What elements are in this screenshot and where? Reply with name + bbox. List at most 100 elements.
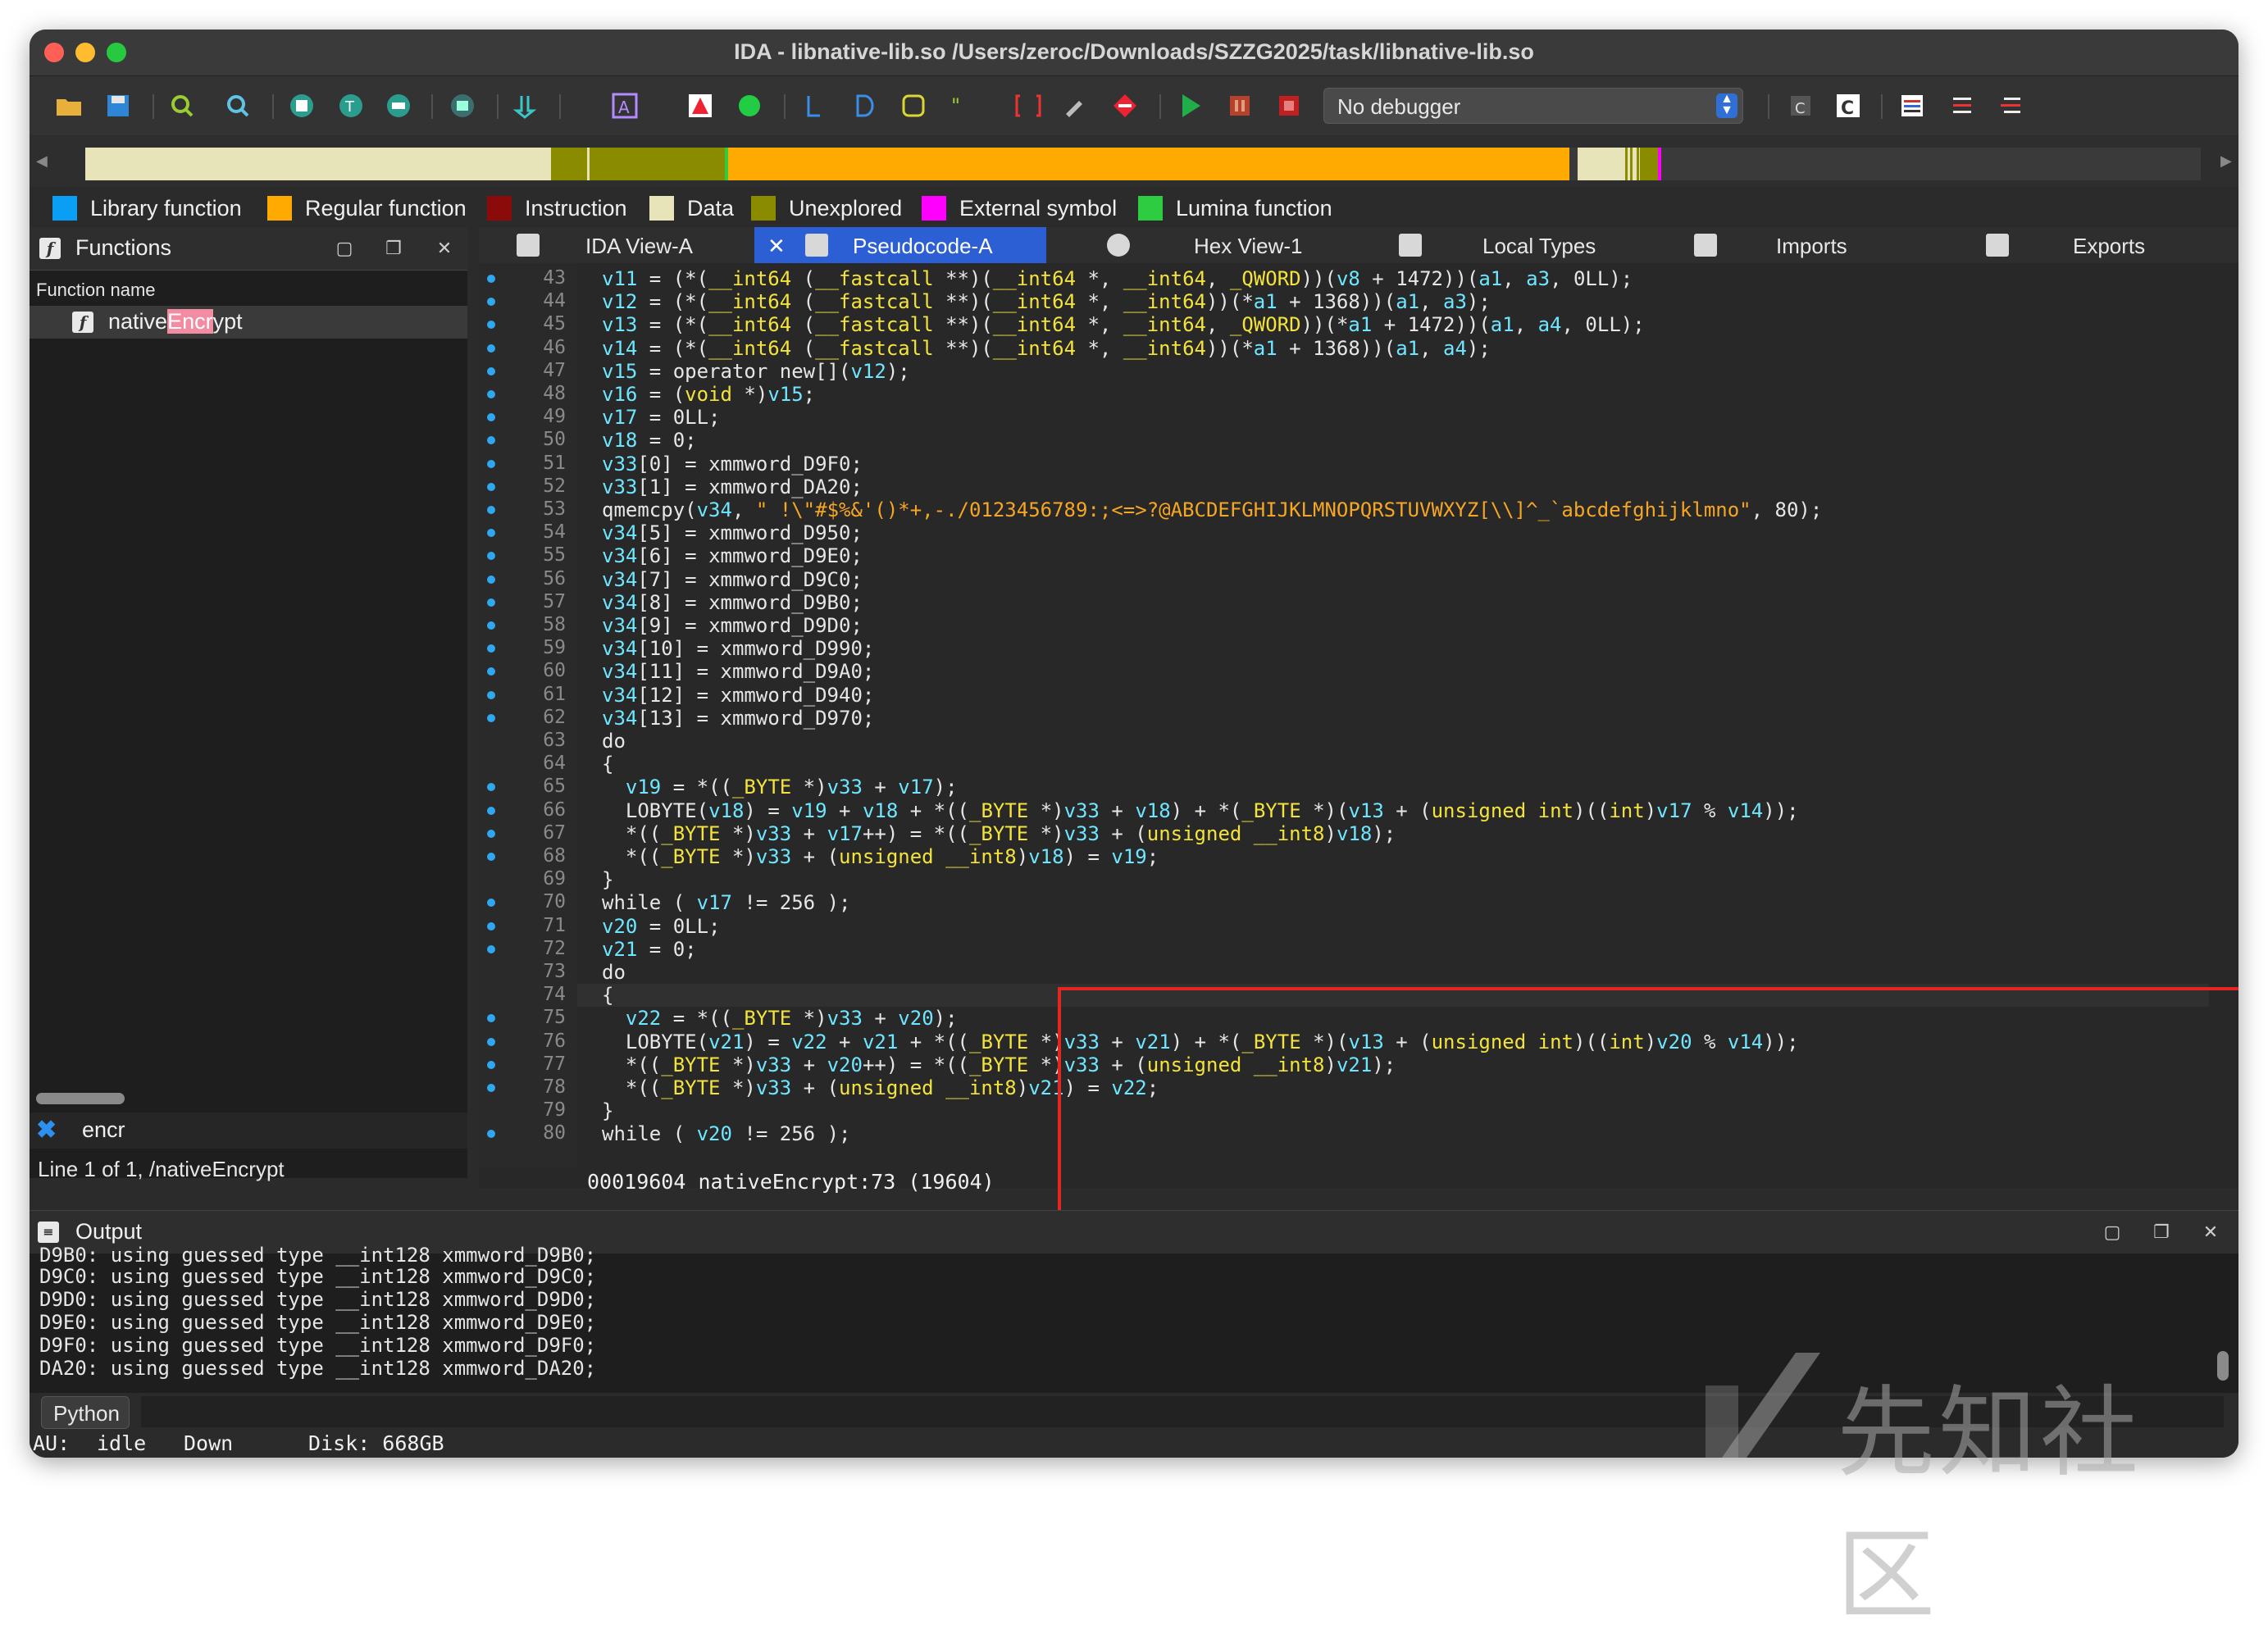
function-filter[interactable]: ✖ encr: [30, 1112, 467, 1149]
code-line[interactable]: do: [602, 961, 626, 984]
save-icon[interactable]: [103, 91, 133, 121]
close-tab-icon[interactable]: ✕: [767, 234, 786, 259]
code-line[interactable]: v11 = (*(__int64 (__fastcall **)(__int64…: [602, 267, 1633, 290]
breakpoint-dot-icon[interactable]: [487, 366, 495, 375]
code-line[interactable]: while ( v17 != 256 );: [602, 891, 850, 914]
text-view-icon[interactable]: T: [336, 91, 366, 121]
panel-close-icon[interactable]: ✕: [2201, 1222, 2220, 1242]
breakpoint-dot-icon[interactable]: [487, 690, 495, 699]
function-name-column-header[interactable]: Function name: [36, 280, 156, 301]
code-line[interactable]: v33[0] = xmmword_D9F0;: [602, 453, 863, 475]
breakpoint-dot-icon[interactable]: [487, 506, 495, 514]
patch-icon[interactable]: [1061, 91, 1091, 121]
code-line[interactable]: do: [602, 730, 626, 753]
breakpoint-dot-icon[interactable]: [487, 459, 495, 468]
string-icon[interactable]: ": [948, 91, 977, 121]
pause-debug-icon[interactable]: [1225, 91, 1255, 121]
code-line[interactable]: v33[1] = xmmword_DA20;: [602, 475, 863, 498]
breakpoint-dot-icon[interactable]: [487, 390, 495, 398]
structures-icon[interactable]: [448, 91, 477, 121]
code-line[interactable]: v13 = (*(__int64 (__fastcall **)(__int64…: [602, 313, 1645, 336]
navigation-band[interactable]: ◀ ▶: [30, 136, 2238, 187]
panel-restore-icon[interactable]: ▢: [2102, 1222, 2122, 1242]
breakpoint-dot-icon[interactable]: [487, 1084, 495, 1092]
remove-list-icon[interactable]: [1996, 91, 2025, 121]
graph-icon[interactable]: [685, 91, 715, 121]
code-icon[interactable]: [800, 91, 830, 121]
tab-local-types[interactable]: Local Types: [1361, 227, 1653, 263]
breakpoint-dot-icon[interactable]: [487, 829, 495, 838]
breakpoint-dot-icon[interactable]: [487, 413, 495, 422]
code-line[interactable]: v12 = (*(__int64 (__fastcall **)(__int64…: [602, 290, 1491, 313]
font-icon[interactable]: A: [610, 91, 640, 121]
breakpoint-dot-icon[interactable]: [487, 853, 495, 861]
list-view-icon[interactable]: [1897, 91, 1927, 121]
breakpoint-dot-icon[interactable]: [487, 344, 495, 353]
stop-debug-icon[interactable]: [1274, 91, 1304, 121]
panel-restore-icon[interactable]: ▢: [335, 239, 354, 258]
filter-input[interactable]: encr: [82, 1117, 125, 1143]
breakpoint-dot-icon[interactable]: [487, 1037, 495, 1046]
code-line[interactable]: *((_BYTE *)v33 + v17++) = *((_BYTE *)v33…: [602, 822, 1396, 845]
panel-float-icon[interactable]: ❐: [384, 239, 403, 258]
code-line[interactable]: {: [602, 984, 613, 1007]
code-line[interactable]: v34[10] = xmmword_D990;: [602, 637, 874, 660]
code-line[interactable]: v16 = (void *)v15;: [602, 383, 815, 406]
breakpoint-dot-icon[interactable]: [487, 275, 495, 283]
breakpoint-dot-icon[interactable]: [487, 529, 495, 538]
jump-back-icon[interactable]: [167, 91, 197, 121]
code-line[interactable]: qmemcpy(v34, " !\"#$%&'()*+,-./012345678…: [602, 498, 1822, 521]
nav-left-arrow-icon[interactable]: ◀: [36, 152, 48, 170]
breakpoint-dot-icon[interactable]: [487, 552, 495, 561]
lumina-icon[interactable]: [735, 91, 764, 121]
code-line[interactable]: v34[12] = xmmword_D940;: [602, 684, 874, 707]
code-line[interactable]: {: [602, 753, 613, 776]
code-line[interactable]: v34[6] = xmmword_D9E0;: [602, 544, 863, 567]
function-row[interactable]: f nativeEncrypt: [30, 306, 467, 339]
breakpoint-dot-icon[interactable]: [487, 482, 495, 491]
code-line[interactable]: v34[5] = xmmword_D950;: [602, 521, 863, 544]
breakpoint-dot-icon[interactable]: [487, 944, 495, 953]
code-line[interactable]: }: [602, 868, 613, 891]
code-line[interactable]: *((_BYTE *)v33 + v20++) = *((_BYTE *)v33…: [602, 1053, 1396, 1076]
array-icon[interactable]: [899, 91, 928, 121]
code-line[interactable]: LOBYTE(v18) = v19 + v18 + *((_BYTE *)v33…: [602, 799, 1799, 822]
breakpoint-dot-icon[interactable]: [487, 806, 495, 815]
debugger-select[interactable]: No debugger ▲ ▼: [1323, 88, 1743, 124]
open-folder-icon[interactable]: [54, 91, 84, 121]
code-line[interactable]: while ( v20 != 256 );: [602, 1122, 850, 1145]
start-debug-icon[interactable]: [1176, 91, 1205, 121]
process-options-icon[interactable]: C: [1786, 91, 1815, 121]
add-list-icon[interactable]: [1947, 91, 1976, 121]
code-line[interactable]: v14 = (*(__int64 (__fastcall **)(__int64…: [602, 337, 1491, 360]
breakpoint-dot-icon[interactable]: [487, 1060, 495, 1069]
data-icon[interactable]: [849, 91, 879, 121]
tab-ida-view-a[interactable]: IDA View-A: [479, 227, 754, 263]
breakpoint-dot-icon[interactable]: [487, 436, 495, 445]
code-line[interactable]: v18 = 0;: [602, 429, 697, 452]
breakpoint-dot-icon[interactable]: [487, 575, 495, 584]
nav-right-arrow-icon[interactable]: ▶: [2220, 152, 2232, 170]
code-line[interactable]: *((_BYTE *)v33 + (unsigned __int8)v18) =…: [602, 845, 1159, 868]
tab-pseudocode-a[interactable]: ✕ Pseudocode-A: [754, 227, 1046, 263]
undefine-icon[interactable]: [1013, 91, 1043, 121]
python-button[interactable]: Python: [41, 1396, 130, 1429]
disassembly-icon[interactable]: [287, 91, 317, 121]
code-line[interactable]: v34[8] = xmmword_D9B0;: [602, 591, 863, 614]
breakpoint-dot-icon[interactable]: [487, 321, 495, 330]
hex-view-icon[interactable]: [384, 91, 413, 121]
code-line[interactable]: v34[9] = xmmword_D9D0;: [602, 614, 863, 637]
panel-float-icon[interactable]: ❐: [2152, 1222, 2171, 1242]
code-line[interactable]: v22 = *((_BYTE *)v33 + v20);: [602, 1007, 958, 1030]
tab-exports[interactable]: Exports: [1945, 227, 2238, 263]
code-line[interactable]: v20 = 0LL;: [602, 915, 721, 938]
breakpoint-dot-icon[interactable]: [487, 783, 495, 792]
code-line[interactable]: v17 = 0LL;: [602, 406, 721, 429]
code-line[interactable]: }: [602, 1099, 613, 1122]
step-into-icon[interactable]: [510, 91, 540, 121]
breakpoint-dot-icon[interactable]: [487, 598, 495, 607]
code-line[interactable]: *((_BYTE *)v33 + (unsigned __int8)v21) =…: [602, 1076, 1159, 1099]
pseudocode-view[interactable]: 43 44 45 46 47 48 49 50 51 52 53 54 55 56 57 58 59 60 61 62…: [479, 263, 2238, 1397]
breakpoint-dot-icon[interactable]: [487, 1130, 495, 1139]
refresh-icon[interactable]: C: [1833, 91, 1863, 121]
